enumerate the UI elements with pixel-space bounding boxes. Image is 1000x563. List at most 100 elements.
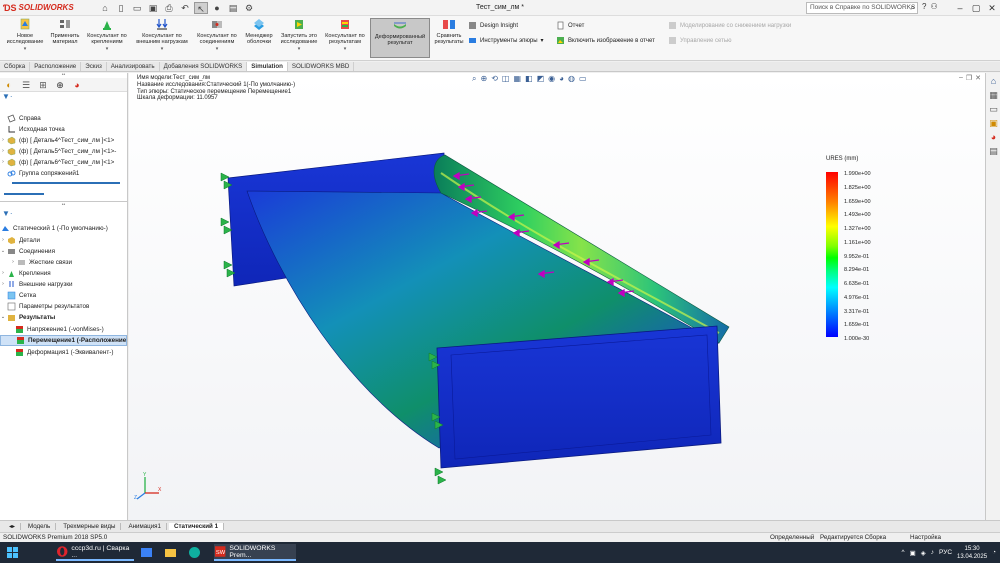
display-manager-tab-icon[interactable]: ◕	[72, 80, 82, 90]
tab-animation1[interactable]: Анимация1	[123, 523, 167, 530]
deformed-result-button[interactable]: Деформированный результат	[370, 18, 430, 58]
rebuild-icon[interactable]: ●	[210, 2, 224, 14]
connections-advisor-button[interactable]: Консультант по соединениям ▾	[194, 18, 240, 58]
tree-item-displacement1[interactable]: Перемещение1 (-Расположение-)	[0, 335, 127, 346]
tree-item-connections[interactable]: ⌄ Соединения	[0, 246, 127, 257]
resources-home-icon[interactable]: ⌂	[988, 76, 999, 87]
maximize-icon[interactable]: ▢	[968, 0, 984, 16]
network-icon[interactable]: ◈	[921, 549, 926, 557]
result-legend[interactable]: URES (mm) 1.990e+00 1.825e+00 1.659e+00 …	[826, 156, 886, 342]
configuration-manager-tab-icon[interactable]: ⊞	[38, 80, 48, 90]
tab-evaluate[interactable]: Анализировать	[107, 62, 160, 71]
tab-assembly[interactable]: Сборка	[0, 62, 31, 71]
language-indicator[interactable]: РУС	[939, 549, 952, 556]
report-button[interactable]: Отчет	[556, 21, 584, 30]
filter-icon[interactable]: ▼·	[0, 209, 13, 219]
tree-item-study[interactable]: Статический 1 (-По умолчанию-)	[0, 223, 127, 234]
expand-arrow-icon[interactable]: ›	[0, 279, 6, 290]
user-icon[interactable]: ⚇	[930, 2, 937, 11]
design-library-icon[interactable]: ▦	[988, 90, 999, 101]
close-icon[interactable]: ✕	[984, 0, 1000, 16]
file-explorer-icon[interactable]: ▭	[988, 104, 999, 115]
compare-results-button[interactable]: Сравнить результаты	[432, 18, 466, 58]
start-button[interactable]	[6, 544, 19, 561]
tray-expand-icon[interactable]: ^	[902, 549, 905, 556]
tree-item-results[interactable]: ⌄ Результаты	[0, 312, 127, 323]
shell-manager-button[interactable]: Менеджер оболочки	[242, 18, 276, 58]
tree-item-part5[interactable]: › (ф) [ Деталь5^Тест_сим_лм ]<1>-	[0, 146, 127, 157]
property-manager-tab-icon[interactable]: ☰	[21, 80, 31, 90]
results-advisor-button[interactable]: Консультант по результатам ▾	[322, 18, 368, 58]
tab-model[interactable]: Модель	[23, 523, 57, 530]
print-icon[interactable]: ⎙	[162, 2, 176, 14]
help-icon[interactable]: ?	[922, 2, 926, 11]
taskbar-item-edge[interactable]	[188, 544, 201, 561]
tray-app-icon[interactable]: ▣	[910, 549, 916, 557]
select-pointer-icon[interactable]: ↖	[194, 1, 208, 14]
volume-icon[interactable]: ♪	[931, 549, 934, 556]
reduced-simulation-button[interactable]: Моделирование со снижением нагрузки	[668, 21, 791, 30]
run-study-button[interactable]: Запустить это исследование ▾	[278, 18, 320, 58]
tree-item-part6[interactable]: › (ф) [ Деталь6^Тест_сим_лм ]<1>	[0, 157, 127, 168]
custom-properties-icon[interactable]: ▤	[988, 146, 999, 157]
tree-item-parts[interactable]: › Детали	[0, 235, 127, 246]
view-palette-icon[interactable]: ▣	[988, 118, 999, 129]
tree-item-fixtures[interactable]: › Крепления	[0, 268, 127, 279]
tree-item-rigid-links[interactable]: › Жесткие связи	[0, 257, 127, 268]
tree-item-origin[interactable]: Исходная точка	[0, 124, 127, 135]
taskbar-item-solidworks[interactable]: SW SOLIDWORKS Prem...	[214, 544, 296, 561]
panel-grip[interactable]: ••	[0, 203, 127, 208]
taskbar-item-explorer[interactable]	[164, 544, 177, 561]
tree-item-strain1[interactable]: Деформация1 (-Эквивалент-)	[0, 347, 127, 358]
tab-simulation[interactable]: Simulation	[247, 62, 288, 71]
tab-static1[interactable]: Статический 1	[168, 523, 225, 530]
tab-sketch[interactable]: Эскиз	[81, 62, 107, 71]
external-loads-advisor-button[interactable]: Консультант по внешним нагрузкам ▾	[132, 18, 192, 58]
tree-item-right-plane[interactable]: Справа	[0, 113, 127, 124]
tab-addins[interactable]: Добавления SOLIDWORKS	[160, 62, 248, 71]
taskbar-item-calculator[interactable]	[140, 544, 153, 561]
help-search-input[interactable]: Поиск в Справке по SOLIDWORKS ⌕	[806, 2, 918, 14]
tree-item-mate-group[interactable]: Группа сопряжений1	[0, 168, 127, 179]
open-file-icon[interactable]: ▭	[130, 2, 144, 14]
tree-item-external-loads[interactable]: › Внешние нагрузки	[0, 279, 127, 290]
new-study-button[interactable]: Новое исследование ▾	[4, 18, 46, 58]
tree-item-stress1[interactable]: Напряжение1 (-vonMises-)	[0, 324, 127, 335]
save-icon[interactable]: ▣	[146, 2, 160, 14]
expand-arrow-icon[interactable]: ›	[10, 257, 16, 268]
search-icon[interactable]: ⌕	[911, 3, 915, 13]
graphics-viewport[interactable]: Имя модели:Тест_сим_лм Название исследов…	[129, 73, 985, 520]
feature-manager-tab-icon[interactable]: ◐	[4, 80, 14, 90]
options-gear-icon[interactable]: ⚙	[242, 2, 256, 14]
undo-icon[interactable]: ↶	[178, 2, 192, 14]
notifications-icon[interactable]: ◔	[992, 549, 996, 556]
filter-icon[interactable]: ▼·	[0, 92, 127, 102]
collapse-arrow-icon[interactable]: ⌄	[0, 246, 6, 257]
taskbar-item-browser[interactable]: cccp3d.ru | Сварка ...	[56, 544, 134, 561]
home-icon[interactable]: ⌂	[98, 2, 112, 14]
tab-nav-arrows-icon[interactable]: ◂▸	[4, 523, 22, 530]
tab-mbd[interactable]: SOLIDWORKS MBD	[288, 62, 355, 71]
scroll-indicator[interactable]	[12, 182, 120, 184]
include-image-button[interactable]: Включить изображение в отчет	[556, 36, 655, 45]
new-file-icon[interactable]: ▯	[114, 2, 128, 14]
tree-item-part4[interactable]: › (ф) [ Деталь4^Тест_сим_лм ]<1>	[0, 135, 127, 146]
expand-arrow-icon[interactable]: ›	[0, 268, 6, 279]
expand-arrow-icon[interactable]: ›	[0, 146, 6, 157]
fixtures-advisor-button[interactable]: Консультант по креплениям ▾	[84, 18, 130, 58]
expand-arrow-icon[interactable]: ›	[0, 235, 6, 246]
minimize-icon[interactable]: –	[952, 0, 968, 16]
rollback-bar[interactable]	[4, 193, 44, 195]
expand-arrow-icon[interactable]: ›	[0, 157, 6, 168]
solidworks-logo[interactable]: ƊS SOLIDWORKS	[0, 3, 80, 13]
expand-arrow-icon[interactable]: ›	[0, 135, 6, 146]
apply-material-button[interactable]: Применить материал	[48, 18, 82, 58]
tab-3d-views[interactable]: Трехмерные виды	[58, 523, 122, 530]
tree-item-mesh[interactable]: Сетка	[0, 290, 127, 301]
appearances-icon[interactable]: ◕	[988, 132, 999, 143]
design-insight-button[interactable]: Design Insight	[468, 21, 518, 30]
dimxpert-tab-icon[interactable]: ⊕	[55, 80, 65, 90]
tree-item-result-options[interactable]: Параметры результатов	[0, 301, 127, 312]
clock[interactable]: 15:30 13.04.2025	[957, 545, 987, 561]
tab-layout[interactable]: Расположение	[30, 62, 82, 71]
